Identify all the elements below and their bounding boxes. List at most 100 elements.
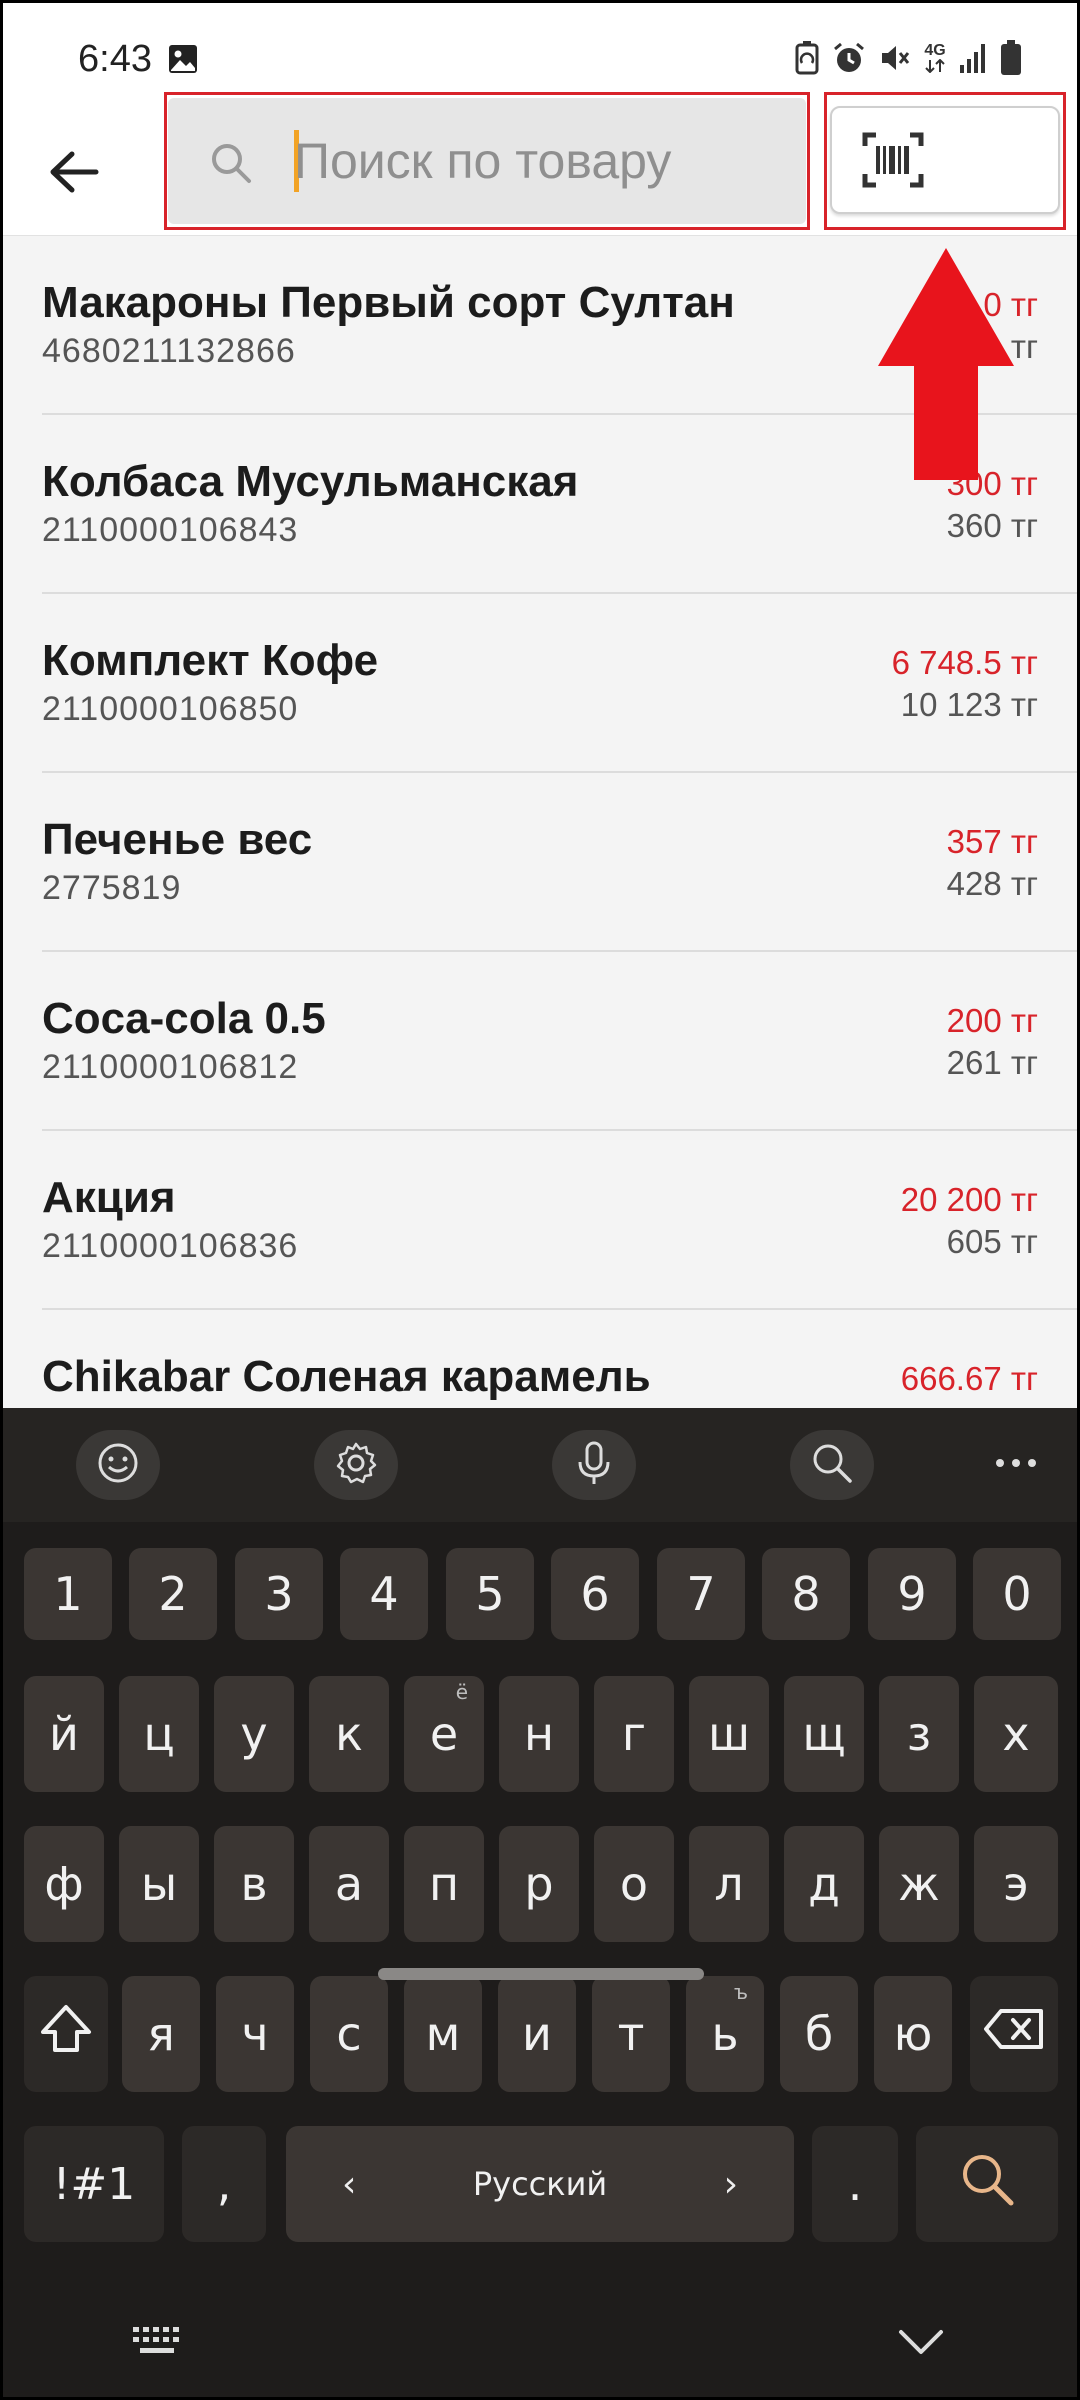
search-icon [210,142,252,189]
key-и[interactable]: и [498,1976,576,2092]
keyboard-switch-icon[interactable] [132,2326,184,2361]
signal-icon [958,41,988,75]
regular-price: 428 тг [946,865,1038,902]
product-name: Акция [42,1173,176,1222]
key-ф[interactable]: ф [24,1826,104,1942]
keyboard-toolbar [0,1408,1080,1522]
shift-icon [39,2002,93,2067]
image-icon [168,44,198,79]
product-row[interactable]: Печенье вес 2775819 357 тг 428 тг [0,773,1080,952]
sale-price: 200 тг [946,1002,1038,1039]
product-row[interactable]: Chikabar Соленая карамель 666.67 тг [0,1310,1080,1408]
sale-price: 666.67 тг [900,1360,1038,1397]
key-п[interactable]: п [404,1826,484,1942]
battery-icon [1000,40,1022,76]
key-7[interactable]: 7 [657,1548,745,1640]
microphone-icon [574,1440,614,1491]
key-м[interactable]: м [404,1976,482,2092]
keyboard-search-button[interactable] [790,1430,874,1500]
barcode-scan-button[interactable] [830,106,1060,214]
key-ы[interactable]: ы [119,1826,199,1942]
key-э[interactable]: э [974,1826,1058,1942]
key-с[interactable]: с [310,1976,388,2092]
key-д[interactable]: д [784,1826,864,1942]
key-я[interactable]: я [122,1976,200,2092]
sale-price: 6 748.5 тг [891,644,1038,681]
key-л[interactable]: л [689,1826,769,1942]
key-у[interactable]: у [214,1676,294,1792]
key-2[interactable]: 2 [129,1548,217,1640]
key-8[interactable]: 8 [762,1548,850,1640]
back-button[interactable] [40,132,108,216]
comma-key[interactable]: , [182,2126,266,2242]
settings-button[interactable] [314,1430,398,1500]
emoji-icon [96,1441,140,1490]
network-4g-icon: 4G [924,43,946,73]
key-е[interactable]: е ё [404,1676,484,1792]
period-key[interactable]: . [812,2126,898,2242]
space-prev-icon: ‹ [342,2164,357,2205]
product-row[interactable]: Coca-cola 0.5 2110000106812 200 тг 261 т… [0,952,1080,1131]
search-input[interactable] [294,126,774,196]
product-code: 2110000106812 [42,1048,299,1086]
hide-keyboard-icon[interactable] [898,2328,944,2361]
key-х[interactable]: х [974,1676,1058,1792]
key-а[interactable]: а [309,1826,389,1942]
keyboard-search-action-key[interactable] [916,2126,1058,2242]
key-ж[interactable]: ж [879,1826,959,1942]
key-ч[interactable]: ч [216,1976,294,2092]
product-row[interactable]: Акция 2110000106836 20 200 тг 605 тг [0,1131,1080,1310]
search-box[interactable] [168,98,806,224]
key-1[interactable]: 1 [24,1548,112,1640]
more-button[interactable] [974,1430,1058,1500]
network-label: 4G [924,42,946,59]
key-6[interactable]: 6 [551,1548,639,1640]
key-й[interactable]: й [24,1676,104,1792]
space-key[interactable]: ‹ Русский › [286,2126,794,2242]
key-р[interactable]: р [499,1826,579,1942]
key-о[interactable]: о [594,1826,674,1942]
key-з[interactable]: з [879,1676,959,1792]
keyboard: 1 2 3 4 5 6 7 8 9 0 й ц у к е ё н г ш щ … [0,1408,1080,2400]
status-icons: 4G [794,40,1022,76]
key-ь[interactable]: ь ъ [686,1976,764,2092]
key-5[interactable]: 5 [446,1548,534,1640]
product-name: Колбаса Мусульманская [42,457,579,506]
space-label: Русский [472,2165,608,2203]
backspace-key[interactable] [970,1976,1058,2092]
sale-price: 357 тг [946,823,1038,860]
key-ш[interactable]: ш [689,1676,769,1792]
key-ь-label: ь [711,2007,739,2061]
key-ц[interactable]: ц [119,1676,199,1792]
key-щ[interactable]: щ [784,1676,864,1792]
key-н[interactable]: н [499,1676,579,1792]
search-icon [958,2150,1016,2219]
key-в[interactable]: в [214,1826,294,1942]
product-row[interactable]: Комплект Кофе 2110000106850 6 748.5 тг 1… [0,594,1080,773]
sale-price: 20 200 тг [900,1181,1038,1218]
key-9[interactable]: 9 [868,1548,956,1640]
status-time: 6:43 [78,38,152,80]
regular-price: 261 тг [946,1044,1038,1081]
key-3[interactable]: 3 [235,1548,323,1640]
key-г[interactable]: г [594,1676,674,1792]
home-indicator[interactable] [378,1968,704,1980]
barcode-scan-icon [862,132,924,193]
product-code: 2110000106836 [42,1227,299,1265]
product-name: Печенье вес [42,815,313,864]
key-0[interactable]: 0 [973,1548,1061,1640]
regular-price: 360 тг [946,507,1038,544]
shift-key[interactable] [24,1976,108,2092]
microphone-button[interactable] [552,1430,636,1500]
key-ь-alt: ъ [733,1980,748,2004]
key-ю[interactable]: ю [874,1976,952,2092]
key-т[interactable]: т [592,1976,670,2092]
key-к[interactable]: к [309,1676,389,1792]
top-bar [0,92,1080,236]
key-е-label: е [429,1707,459,1761]
key-б[interactable]: б [780,1976,858,2092]
key-4[interactable]: 4 [340,1548,428,1640]
backspace-icon [983,2007,1045,2061]
symbols-key[interactable]: !#1 [24,2126,164,2242]
emoji-button[interactable] [76,1430,160,1500]
